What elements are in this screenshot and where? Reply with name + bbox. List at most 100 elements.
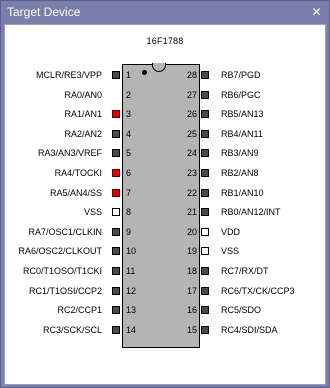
pin-state-indicator[interactable] [112,247,120,256]
pin-label: RA6/OSC2/CLKOUT [18,246,102,257]
pin-label: RB7/PGD [221,70,261,80]
pin-state-indicator[interactable] [112,149,120,158]
pin-5: RA3/AN3/VREF 5 [0,147,140,161]
pin-label: VSS [221,246,240,257]
pin-4: RA2/AN2 4 [0,128,140,142]
pin-number: 26 [186,109,197,120]
pin-state-indicator[interactable] [112,188,120,197]
pin-label: RA1/AN1 [64,109,102,120]
pin-number: 28 [186,70,197,80]
pin-state-indicator[interactable] [201,306,209,315]
pin-state-indicator[interactable] [112,227,120,236]
pin-13: RC2/CCP1 13 [0,304,140,318]
pin-label: RB0/AN12/INT [221,207,281,218]
pin-11: RC0/T1OSO/T1CKI 11 [0,265,140,279]
pin-label: RC2/CCP1 [57,305,102,316]
pin-state-indicator[interactable] [112,306,120,315]
pin-state-indicator[interactable] [201,286,209,295]
pin-state-indicator[interactable] [112,110,120,119]
pin1-marker [142,70,147,75]
pin-24: RB3/AN9 24 [180,147,330,161]
pin-number: 16 [186,305,197,316]
pin-label: VDD [221,226,241,237]
pin-number: 22 [186,187,197,198]
pin-state-indicator[interactable] [201,208,209,217]
pin-20: VDD 20 [180,226,330,240]
pin-state-indicator[interactable] [112,129,120,138]
pin-number: 11 [126,266,136,276]
pin-label: RA4/TOCKI [54,168,102,178]
pin-1: MCLR/RE3/VPP 1 [0,69,140,83]
pin-label: MCLR/RE3/VPP [35,70,102,80]
pin-state-indicator[interactable] [201,169,209,177]
pin-number: 1 [126,70,132,80]
pin-number: 12 [126,285,137,296]
title-bar[interactable]: Target Device ✕ [1,1,329,23]
pin-number: 9 [126,226,132,237]
pin-state-indicator[interactable] [201,188,209,197]
pin-state-indicator[interactable] [201,110,209,119]
pin-label: RB2/AN8 [221,168,259,178]
pin-number: 7 [126,187,132,198]
pin-number: 2 [126,89,132,100]
pin-9: RA7/OSC1/CLKIN 9 [0,226,140,240]
pin-label: VSS [83,207,102,218]
pin-number: 19 [186,246,197,257]
pin-6: RA4/TOCKI 6 [0,167,140,181]
pin-state-indicator[interactable] [201,267,209,275]
close-icon[interactable]: ✕ [310,6,323,19]
pin-number: 15 [186,324,197,335]
pin-25: RB4/AN11 25 [180,128,330,142]
pin-number: 4 [126,128,132,139]
pin-state-indicator[interactable] [112,325,120,334]
pin-state-indicator[interactable] [112,208,120,217]
pin-number: 13 [126,305,137,316]
pin-7: RA5/AN4/SS 7 [0,187,140,201]
pin-15: RC4/SDI/SDA 15 [180,324,330,338]
pin-label: RC4/SDI/SDA [221,324,278,335]
pin-state-indicator[interactable] [112,286,120,295]
pin-16: RC5/SDO 16 [180,304,330,318]
pin-state-indicator[interactable] [201,129,209,138]
pin-state-indicator[interactable] [201,149,209,158]
pin-label: RA0/AN0 [64,89,102,100]
pin-17: RC6/TX/CK/CCP3 17 [180,285,330,299]
pin-label: RA2/AN2 [64,128,102,139]
pin-state-indicator[interactable] [112,71,120,79]
pin-state-indicator[interactable] [201,325,209,334]
pin-8: VSS 8 [0,206,140,220]
pin-state-indicator[interactable] [112,267,120,275]
pin-label: RA3/AN3/VREF [37,148,102,159]
pin-2: RA0/AN0 2 [0,89,140,103]
pin-state-indicator[interactable] [112,169,120,177]
pin-14: RC3/SCK/SCL 14 [0,324,140,338]
pin-label: RC5/SDO [221,305,262,316]
pin-number: 8 [126,207,132,218]
pin-state-indicator[interactable] [201,247,209,256]
pin-3: RA1/AN1 3 [0,108,140,122]
pin-label: RA5/AN4/SS [49,187,102,198]
pin-number: 25 [186,128,197,139]
pin-number: 14 [126,324,137,335]
pin-28: RB7/PGD 28 [180,69,330,83]
pin-21: RB0/AN12/INT 21 [180,206,330,220]
pin-label: RC3/SCK/SCL [42,324,102,335]
pin-number: 20 [186,226,197,237]
pin-state-indicator[interactable] [201,227,209,236]
pin-18: RC7/RX/DT 18 [180,265,330,279]
pin-22: RB1/AN10 22 [180,187,330,201]
pin-number: 5 [126,148,132,159]
pin-label: RB6/PGC [221,89,261,100]
pin-label: RB4/AN11 [221,128,263,139]
pin-label: RC6/TX/CK/CCP3 [221,285,295,296]
chip-name: 16F1788 [146,36,184,46]
pin-state-indicator[interactable] [201,90,209,99]
pin-label: RB3/AN9 [221,148,259,159]
pin-state-indicator[interactable] [201,71,209,79]
pin-label: RB5/AN13 [221,109,264,120]
pin-19: VSS 19 [180,245,330,259]
pin-27: RB6/PGC 27 [180,89,330,103]
pin-label: RC7/RX/DT [221,266,269,276]
pin-10: RA6/OSC2/CLKOUT 10 [0,245,140,259]
pin-number: 18 [186,266,197,276]
